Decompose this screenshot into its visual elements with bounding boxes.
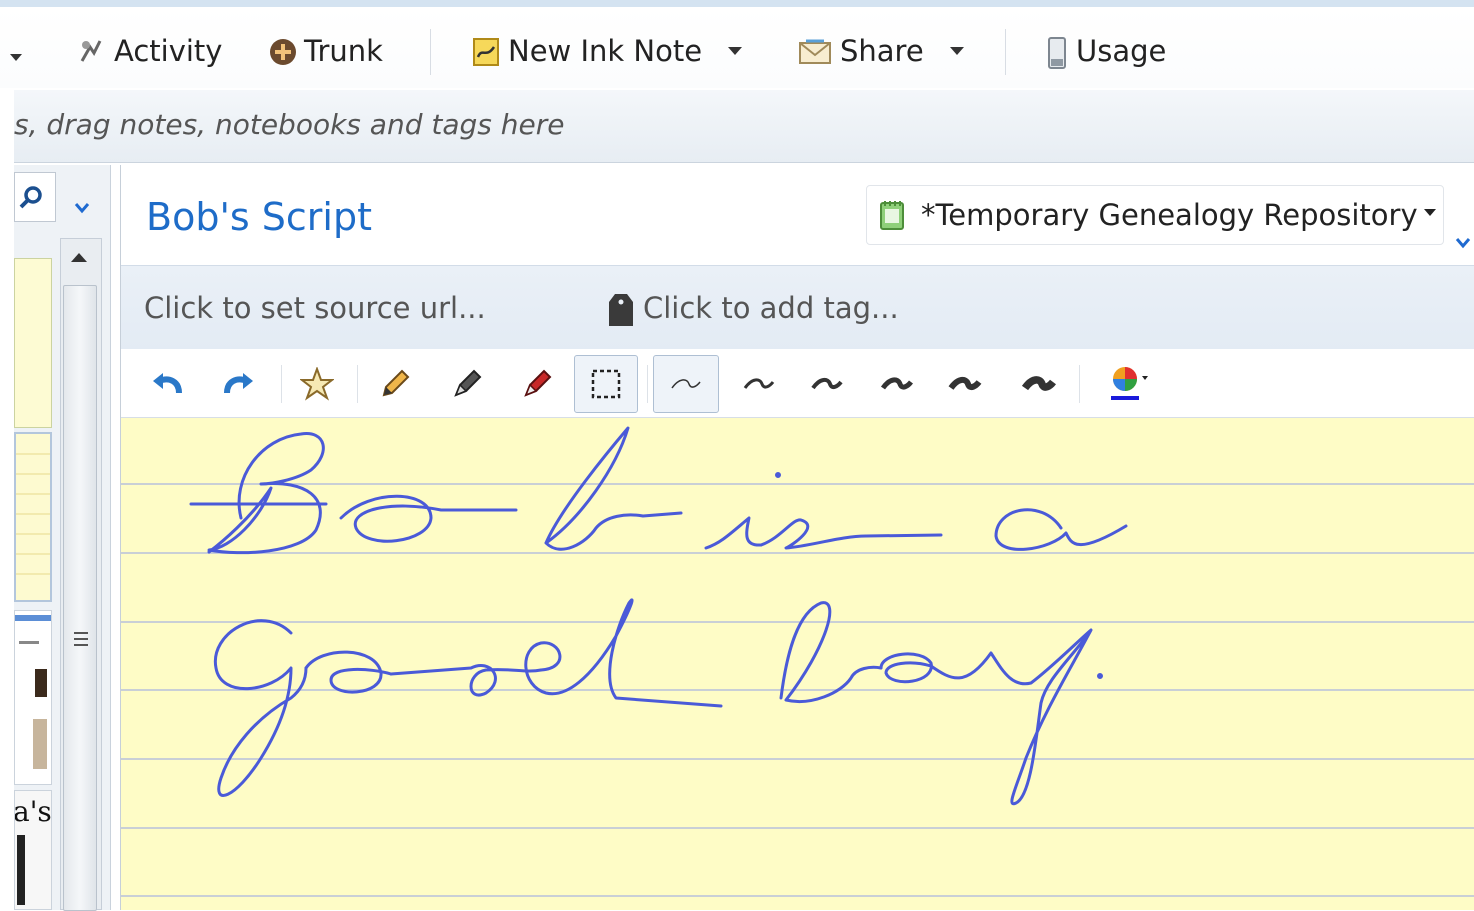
- stroke-width-icon: [811, 377, 843, 390]
- usage-label: Usage: [1076, 34, 1167, 68]
- note-list-scrollbar[interactable]: [60, 238, 102, 911]
- stroke-width-2-button[interactable]: [727, 355, 791, 413]
- tag-field[interactable]: Click to add tag...: [643, 291, 899, 325]
- toolbar-separator: [430, 29, 431, 75]
- stroke-width-3-button[interactable]: [795, 355, 859, 413]
- note-thumbnail[interactable]: [14, 432, 52, 602]
- new-ink-note-label: New Ink Note: [508, 34, 703, 68]
- stroke-width-5-button[interactable]: [933, 355, 997, 413]
- trunk-button[interactable]: Trunk: [268, 34, 383, 68]
- stroke-width-icon: [671, 379, 701, 389]
- highlight-star-icon: [300, 367, 334, 401]
- note-thumbnail[interactable]: [14, 610, 52, 785]
- stroke-width-icon: [1022, 376, 1056, 391]
- source-url-field[interactable]: Click to set source url...: [144, 291, 486, 325]
- toolbar-separator: [647, 365, 648, 403]
- ink-toolbar: [121, 349, 1474, 418]
- marker-icon: [524, 369, 552, 397]
- chevron-down-icon[interactable]: [728, 47, 743, 55]
- notebook-selector[interactable]: *Temporary Genealogy Repository: [866, 185, 1444, 245]
- activity-icon: [78, 37, 106, 65]
- stroke-width-4-button[interactable]: [865, 355, 929, 413]
- stroke-width-6-button[interactable]: [1007, 355, 1071, 413]
- share-button[interactable]: Share: [798, 34, 964, 68]
- note-title[interactable]: Bob's Script: [146, 195, 372, 239]
- share-icon: [798, 37, 832, 65]
- select-button[interactable]: [574, 355, 638, 413]
- note-thumbnail[interactable]: a's: [14, 790, 52, 910]
- share-label: Share: [840, 34, 924, 68]
- note-thumbnail[interactable]: [14, 258, 52, 428]
- notebook-name: *Temporary Genealogy Repository: [921, 198, 1418, 232]
- pencil-button[interactable]: [363, 355, 427, 413]
- stroke-width-icon: [880, 377, 913, 390]
- undo-button[interactable]: [135, 355, 199, 413]
- pen-icon: [454, 369, 482, 397]
- dropdown-caret-left[interactable]: [10, 41, 22, 73]
- notebook-icon: [879, 199, 905, 231]
- trunk-icon: [268, 37, 296, 65]
- undo-icon: [153, 373, 182, 394]
- note-header: Bob's Script *Temporary Genealogy Reposi…: [132, 185, 1474, 255]
- scroll-up-arrow[interactable]: [71, 253, 87, 262]
- redo-button[interactable]: [207, 355, 271, 413]
- new-ink-note-button[interactable]: New Ink Note: [472, 34, 743, 68]
- usage-button[interactable]: Usage: [1046, 34, 1167, 69]
- activity-button[interactable]: Activity: [78, 34, 223, 68]
- color-picker-button[interactable]: [1089, 355, 1169, 413]
- expand-header-chevron[interactable]: [1455, 234, 1471, 253]
- pen-button[interactable]: [435, 355, 499, 413]
- selection-icon: [591, 369, 621, 399]
- chevron-down-icon[interactable]: [74, 200, 90, 219]
- stroke-width-icon: [948, 376, 982, 391]
- scrollbar-thumb[interactable]: [63, 285, 97, 911]
- stroke-width-1-button[interactable]: [653, 355, 719, 413]
- shortcuts-hint: s, drag notes, notebooks and tags here: [14, 108, 565, 141]
- handwriting-drawing: [121, 426, 1474, 897]
- toolbar-separator: [1079, 365, 1080, 403]
- toolbar-separator: [281, 365, 282, 403]
- search-button[interactable]: [14, 172, 56, 222]
- stroke-width-icon: [743, 378, 775, 389]
- main-toolbar: Activity Trunk New Ink Note Share Usage: [0, 0, 1474, 88]
- activity-label: Activity: [114, 34, 223, 68]
- trunk-label: Trunk: [304, 34, 383, 68]
- shortcuts-bar[interactable]: s, drag notes, notebooks and tags here: [14, 90, 1474, 163]
- highlight-star-button[interactable]: [285, 355, 349, 413]
- note-meta-bar: Click to set source url... Click to add …: [121, 265, 1474, 351]
- toolbar-separator: [357, 365, 358, 403]
- pencil-icon: [382, 369, 410, 397]
- color-picker-icon: [1111, 367, 1148, 400]
- thumbnail-text: a's: [14, 795, 52, 828]
- chevron-down-icon[interactable]: [949, 47, 964, 55]
- tag-icon: [609, 294, 633, 330]
- redo-icon: [224, 373, 253, 394]
- chevron-down-icon: [1423, 208, 1436, 216]
- marker-button[interactable]: [505, 355, 569, 413]
- usage-icon: [1046, 37, 1068, 69]
- ink-note-icon: [472, 37, 500, 66]
- search-icon: [19, 186, 42, 209]
- ink-canvas[interactable]: [121, 418, 1474, 910]
- toolbar-separator: [1005, 29, 1006, 75]
